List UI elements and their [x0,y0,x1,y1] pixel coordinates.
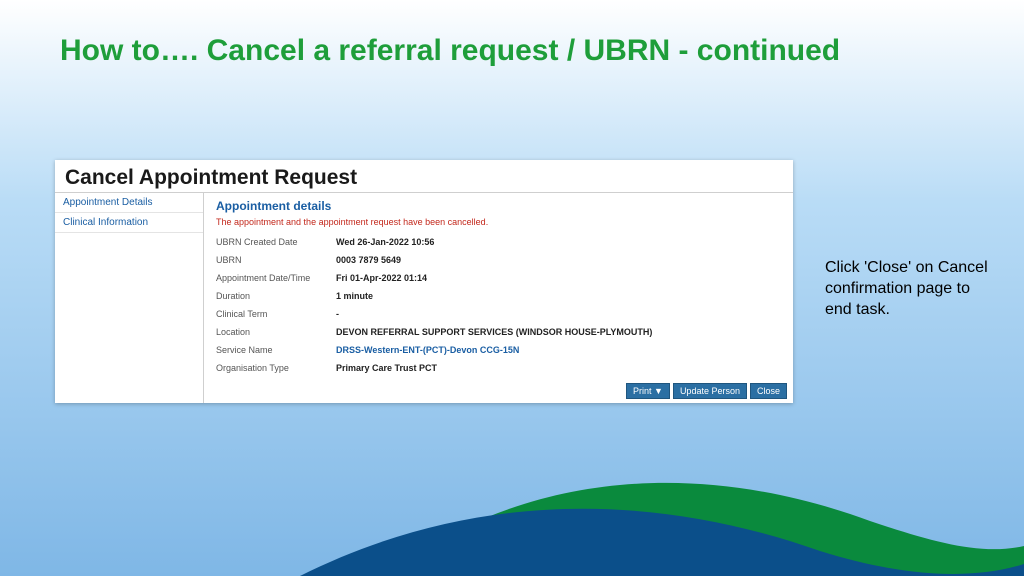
detail-row: UBRN Created DateWed 26-Jan-2022 10:56 [216,233,781,251]
detail-label: Clinical Term [216,309,336,319]
page-title: Cancel Appointment Request [55,160,793,193]
detail-label: Location [216,327,336,337]
details-table: UBRN Created DateWed 26-Jan-2022 10:56UB… [216,233,781,377]
update-person-button[interactable]: Update Person [673,383,747,399]
detail-row: Appointment Date/TimeFri 01-Apr-2022 01:… [216,269,781,287]
content-area: Appointment details The appointment and … [204,193,793,403]
detail-value: Fri 01-Apr-2022 01:14 [336,273,427,283]
close-button[interactable]: Close [750,383,787,399]
decorative-wave [0,436,1024,576]
app-screenshot-panel: Cancel Appointment Request Appointment D… [55,160,793,403]
detail-label: UBRN [216,255,336,265]
detail-label: Service Name [216,345,336,355]
detail-value: Wed 26-Jan-2022 10:56 [336,237,434,247]
sidebar-item-clinical-information[interactable]: Clinical Information [55,213,203,233]
detail-label: Organisation Type [216,363,336,373]
detail-value: - [336,309,339,319]
detail-value: Primary Care Trust PCT [336,363,437,373]
slide: How to…. Cancel a referral request / UBR… [0,0,1024,576]
detail-row: UBRN0003 7879 5649 [216,251,781,269]
print-button[interactable]: Print ▼ [626,383,670,399]
detail-label: Duration [216,291,336,301]
detail-label: UBRN Created Date [216,237,336,247]
sidebar: Appointment Details Clinical Information [55,193,204,403]
detail-row: Service NameDRSS-Western-ENT-(PCT)-Devon… [216,341,781,359]
detail-row: Duration1 minute [216,287,781,305]
detail-row: LocationDEVON REFERRAL SUPPORT SERVICES … [216,323,781,341]
section-title: Appointment details [216,199,781,213]
detail-value[interactable]: DRSS-Western-ENT-(PCT)-Devon CCG-15N [336,345,519,355]
detail-row: Organisation TypePrimary Care Trust PCT [216,359,781,377]
cancellation-message: The appointment and the appointment requ… [216,217,781,227]
sidebar-item-appointment-details[interactable]: Appointment Details [55,193,203,213]
detail-value: 0003 7879 5649 [336,255,401,265]
instruction-text: Click 'Close' on Cancel confirmation pag… [825,258,995,320]
detail-value: 1 minute [336,291,373,301]
slide-title: How to…. Cancel a referral request / UBR… [60,32,840,70]
action-bar: Print ▼ Update Person Close [626,383,787,399]
detail-value: DEVON REFERRAL SUPPORT SERVICES (WINDSOR… [336,327,652,337]
detail-label: Appointment Date/Time [216,273,336,283]
detail-row: Clinical Term- [216,305,781,323]
app-body: Appointment Details Clinical Information… [55,193,793,403]
